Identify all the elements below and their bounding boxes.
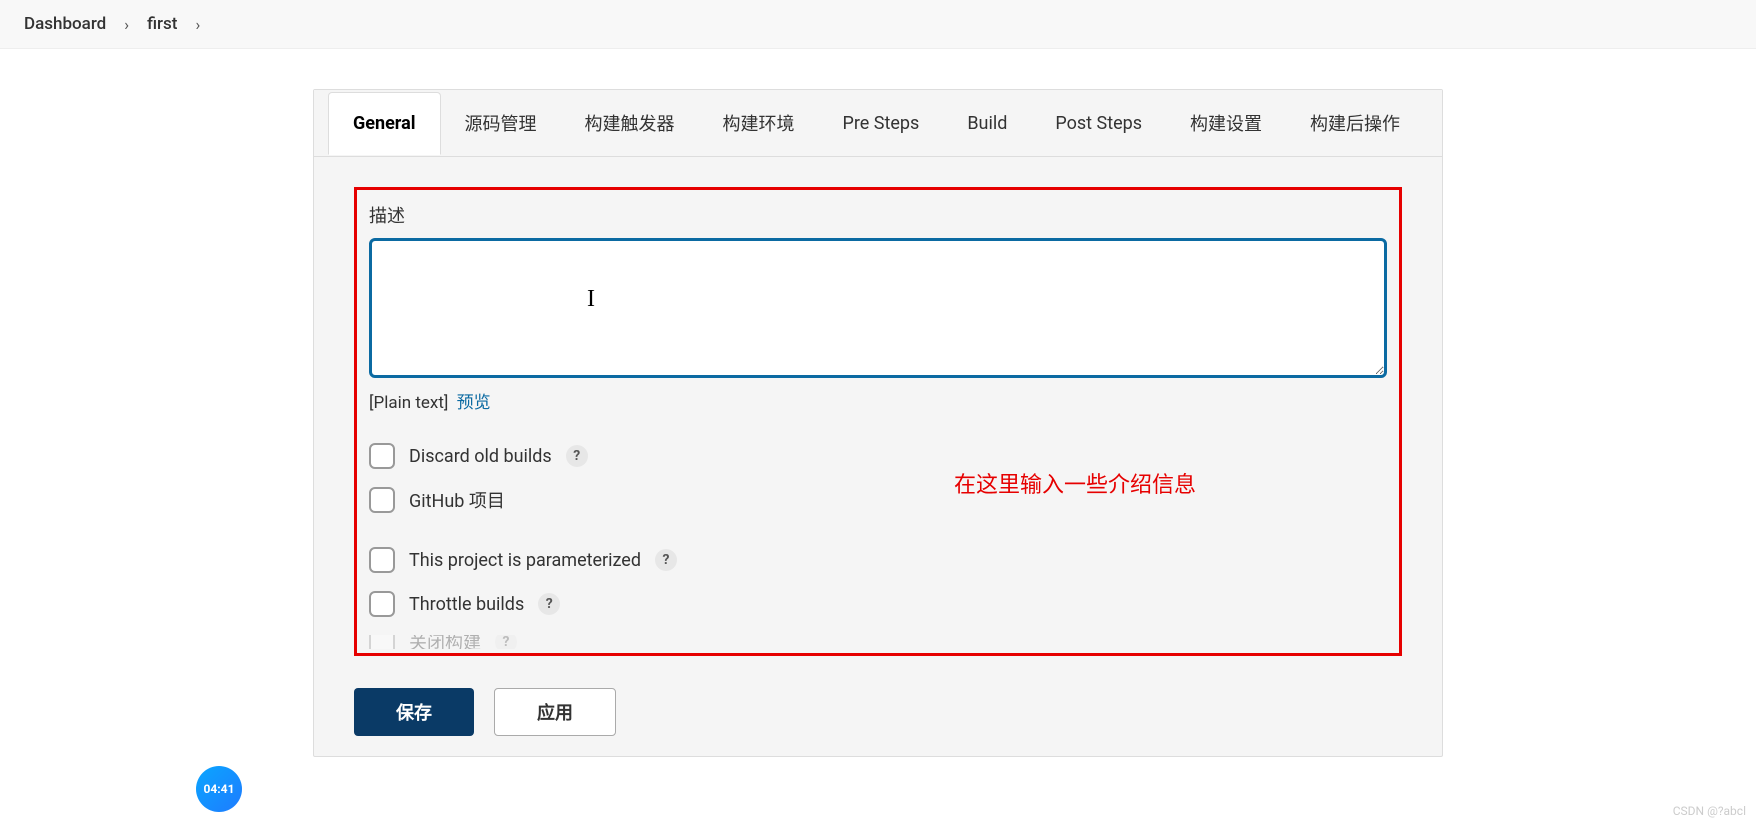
checkbox-discard-old-builds[interactable] <box>369 443 395 469</box>
checkbox-row-parameterized: This project is parameterized ? <box>369 547 1387 573</box>
help-icon[interactable]: ? <box>538 593 560 615</box>
checkbox-parameterized[interactable] <box>369 547 395 573</box>
annotation-text: 在这里输入一些介绍信息 <box>954 467 1196 499</box>
description-textarea[interactable] <box>369 238 1387 378</box>
checkbox-throttle-builds[interactable] <box>369 591 395 617</box>
checkbox-row-throttle-builds: Throttle builds ? <box>369 591 1387 617</box>
checkbox-row-disable-build: 关闭构建 ? <box>369 635 1387 649</box>
apply-button[interactable]: 应用 <box>494 688 616 736</box>
preview-link[interactable]: 预览 <box>457 393 491 413</box>
tab-build[interactable]: Build <box>943 93 1031 154</box>
checkbox-row-discard-old-builds: Discard old builds ? <box>369 443 1387 469</box>
description-label: 描述 <box>369 202 1387 228</box>
checkbox-github-project[interactable] <box>369 487 395 513</box>
help-icon[interactable]: ? <box>655 549 677 571</box>
tab-post-steps[interactable]: Post Steps <box>1031 93 1166 154</box>
tabs: General 源码管理 构建触发器 构建环境 Pre Steps Build … <box>314 90 1442 157</box>
tab-triggers[interactable]: 构建触发器 <box>561 90 699 156</box>
time-badge: 04:41 <box>196 766 242 812</box>
config-panel: General 源码管理 构建触发器 构建环境 Pre Steps Build … <box>313 89 1443 757</box>
checkbox-group: Discard old builds ? GitHub 项目 This proj… <box>369 443 1387 649</box>
content-area: 描述 I [Plain text] 预览 Discard old builds … <box>314 157 1442 656</box>
tab-post-build[interactable]: 构建后操作 <box>1286 90 1424 156</box>
checkbox-label: 关闭构建 <box>409 635 481 649</box>
chevron-right-icon: › <box>195 15 200 34</box>
breadcrumb-item-first[interactable]: first <box>147 14 177 34</box>
tab-scm[interactable]: 源码管理 <box>441 90 561 156</box>
breadcrumb: Dashboard › first › <box>0 0 1756 49</box>
tab-environment[interactable]: 构建环境 <box>699 90 819 156</box>
checkbox-label: Throttle builds <box>409 594 524 615</box>
help-icon[interactable]: ? <box>495 635 517 649</box>
checkbox-row-github-project: GitHub 项目 <box>369 487 1387 513</box>
checkbox-label: GitHub 项目 <box>409 487 505 513</box>
save-button[interactable]: 保存 <box>354 688 474 736</box>
button-row: 保存 应用 <box>314 676 1442 736</box>
help-icon[interactable]: ? <box>566 445 588 467</box>
checkbox-label: This project is parameterized <box>409 550 641 571</box>
breadcrumb-item-dashboard[interactable]: Dashboard <box>24 14 106 34</box>
tab-general[interactable]: General <box>328 92 441 155</box>
checkbox-disable-build[interactable] <box>369 635 395 649</box>
chevron-right-icon: › <box>124 15 129 34</box>
tab-build-settings[interactable]: 构建设置 <box>1166 90 1286 156</box>
watermark: CSDN @?abcl <box>1673 804 1746 818</box>
checkbox-label: Discard old builds <box>409 446 552 467</box>
plain-text-label: [Plain text] <box>369 393 448 413</box>
tab-pre-steps[interactable]: Pre Steps <box>819 93 944 154</box>
highlight-box: 描述 I [Plain text] 预览 Discard old builds … <box>354 187 1402 656</box>
